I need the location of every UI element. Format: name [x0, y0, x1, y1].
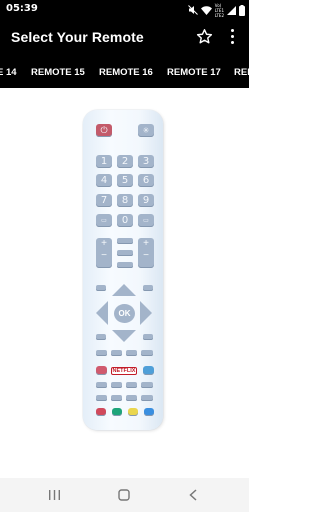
- app-bar: Select Your Remote: [0, 20, 249, 56]
- tab-remote-15[interactable]: REMOTE 15: [31, 67, 85, 78]
- recents-icon[interactable]: [49, 490, 60, 500]
- digit-5-button[interactable]: 5: [117, 174, 133, 187]
- tab-remote-16[interactable]: REMOTE 16: [99, 67, 153, 78]
- func-button-4[interactable]: [141, 350, 153, 356]
- tab-remote-14[interactable]: E 14: [0, 67, 17, 78]
- network-labels: Vo) LTE1 LTE2: [215, 3, 224, 18]
- network-label-2: LTE1: [214, 7, 224, 13]
- green-button[interactable]: [112, 408, 122, 416]
- mute-button[interactable]: [117, 250, 133, 256]
- media-button-1[interactable]: [96, 382, 107, 388]
- subtitle-button[interactable]: ▭: [138, 214, 154, 227]
- digit-8-button[interactable]: 8: [117, 194, 133, 207]
- blue-button[interactable]: [144, 408, 154, 416]
- youtube-button[interactable]: [96, 366, 107, 375]
- digit-4-button[interactable]: 4: [96, 174, 112, 187]
- text-button[interactable]: ▭: [96, 214, 112, 227]
- status-time: 05:39: [6, 3, 38, 14]
- digit-1-button[interactable]: 1: [96, 155, 112, 168]
- pause-button[interactable]: [126, 395, 137, 401]
- dpad-up-button[interactable]: [112, 284, 136, 296]
- back-icon[interactable]: [189, 489, 197, 501]
- tab-remote-17[interactable]: REMOTE 17: [167, 67, 221, 78]
- status-icons: Vo) LTE1 LTE2: [187, 2, 245, 18]
- back-button[interactable]: [96, 334, 106, 340]
- battery-icon: [239, 4, 245, 16]
- star-outline-icon[interactable]: [196, 28, 213, 45]
- home-icon[interactable]: [118, 489, 130, 501]
- home-button[interactable]: [143, 334, 153, 340]
- media-button-3[interactable]: [126, 382, 137, 388]
- rewind-button[interactable]: [96, 395, 107, 401]
- info-button[interactable]: [117, 262, 133, 268]
- netflix-button[interactable]: NETFLIX: [111, 367, 137, 375]
- digit-2-button[interactable]: 2: [117, 155, 133, 168]
- digit-0-button[interactable]: 0: [117, 214, 133, 227]
- forward-button[interactable]: [141, 395, 153, 401]
- system-nav-bar: [0, 478, 249, 512]
- digit-7-button[interactable]: 7: [96, 194, 112, 207]
- power-button[interactable]: ⏻: [96, 124, 112, 137]
- source-button[interactable]: ✳: [138, 124, 154, 137]
- dpad-right-button[interactable]: [140, 301, 152, 325]
- digit-3-button[interactable]: 3: [138, 155, 154, 168]
- mute-icon: [187, 5, 198, 15]
- yellow-button[interactable]: [128, 408, 138, 416]
- freeview-button[interactable]: [143, 366, 154, 375]
- dpad-left-button[interactable]: [96, 301, 108, 325]
- red-button[interactable]: [96, 408, 106, 416]
- page-title: Select Your Remote: [11, 29, 144, 45]
- guide-button[interactable]: [117, 238, 133, 244]
- remote-tabs: E 14 REMOTE 15 REMOTE 16 REMOTE 17 REM: [0, 56, 249, 88]
- signal-icon: [227, 5, 236, 15]
- network-label-3: LTE2: [214, 12, 224, 18]
- media-button-4[interactable]: [141, 382, 153, 388]
- tab-remote-18[interactable]: REM: [234, 67, 249, 78]
- more-vertical-icon[interactable]: [230, 29, 234, 45]
- digit-6-button[interactable]: 6: [138, 174, 154, 187]
- func-button-3[interactable]: [126, 350, 137, 356]
- dpad-down-button[interactable]: [112, 330, 136, 342]
- func-button-2[interactable]: [111, 350, 122, 356]
- wifi-icon: [200, 5, 212, 15]
- play-button[interactable]: [111, 395, 122, 401]
- channel-rocker[interactable]: + −: [138, 238, 154, 268]
- func-button-1[interactable]: [96, 350, 107, 356]
- ok-button[interactable]: OK: [114, 304, 135, 323]
- volume-rocker[interactable]: + −: [96, 238, 112, 268]
- status-bar: 05:39 Vo) LTE1 LTE2: [0, 0, 249, 20]
- media-button-2[interactable]: [111, 382, 122, 388]
- digit-9-button[interactable]: 9: [138, 194, 154, 207]
